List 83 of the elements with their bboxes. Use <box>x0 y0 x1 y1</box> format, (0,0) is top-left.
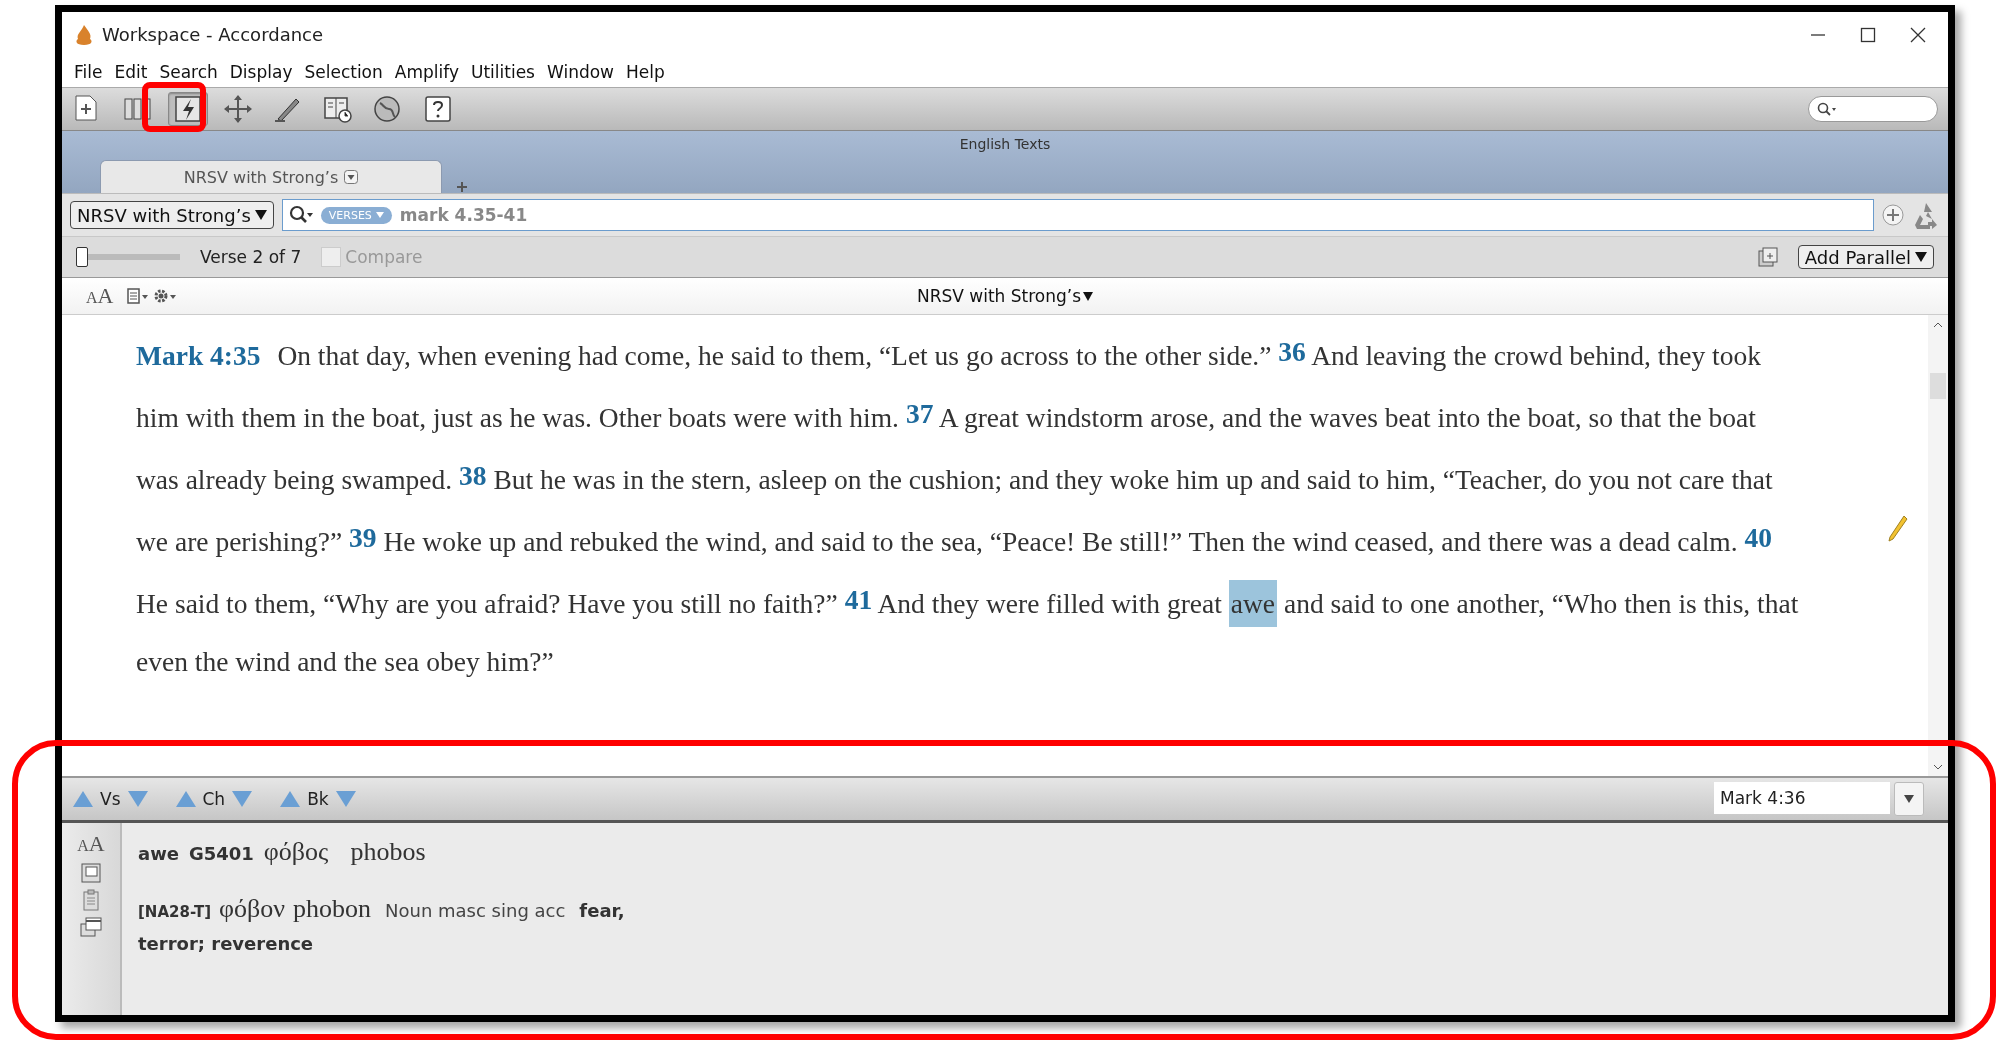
verse-text: even the wind and the sea obey him?” <box>136 646 554 677</box>
search-query: mark 4.35-41 <box>399 205 528 225</box>
gear-icon[interactable] <box>153 288 178 304</box>
highlighted-word[interactable]: awe <box>1228 580 1278 627</box>
slider-thumb[interactable] <box>76 247 88 267</box>
verse-text: And leaving the crowd behind, they took <box>1311 340 1761 371</box>
greek-form: φόβον <box>219 893 285 925</box>
verse-text: He said to them, “Why are you afraid? Have you still no faith?” <box>136 588 838 619</box>
verse-text: and said to one another, “Who then is this, that <box>1283 588 1799 619</box>
search-field[interactable]: VERSES mark 4.35-41 <box>281 199 1874 231</box>
transliteration: phobos <box>350 837 426 867</box>
window-title: Workspace - Accordance <box>102 24 325 45</box>
menu-item[interactable]: Display <box>223 62 299 82</box>
menu-item[interactable]: Selection <box>298 62 389 82</box>
caret-icon <box>1083 291 1094 301</box>
verse-number[interactable]: 39 <box>349 522 377 553</box>
clipboard-icon[interactable] <box>82 889 100 911</box>
verse-text: him with them in the boat, just as he was. Other boats were with him. <box>136 402 899 433</box>
font-size-button[interactable]: AA <box>86 283 114 309</box>
caret-icon <box>1915 252 1927 262</box>
reference-field[interactable]: Mark 4:36 <box>1714 782 1890 814</box>
verse-text: was already being swamped. <box>136 464 453 495</box>
navigator-label: Vs <box>100 789 121 809</box>
window-icon[interactable] <box>81 863 101 883</box>
recycle-icon[interactable] <box>1912 201 1940 229</box>
entry-word: awe <box>138 843 179 864</box>
font-size-button[interactable]: AA <box>77 831 105 857</box>
verse-number[interactable]: 40 <box>1744 522 1772 553</box>
compare-label: Compare <box>345 247 423 267</box>
pane-title[interactable]: NRSV with Strong’s <box>916 286 1094 306</box>
search-icon[interactable] <box>288 205 313 225</box>
verse-text: On that day, when evening had come, he said to them, “Let us go across to the other side.” <box>277 340 1272 371</box>
parsing: Noun masc sing acc <box>385 899 566 923</box>
search-icon <box>1817 102 1837 116</box>
verse-number[interactable]: 41 <box>844 584 873 615</box>
quick-search-field[interactable] <box>1808 96 1938 122</box>
verse-number[interactable]: 36 <box>1278 336 1306 367</box>
dropdown-button[interactable] <box>1894 782 1924 816</box>
windows-icon[interactable] <box>80 917 102 937</box>
maximize-icon[interactable] <box>1860 26 1876 43</box>
add-icon[interactable] <box>1882 204 1904 226</box>
gloss: fear, <box>579 899 625 923</box>
verse-text: A great windstorm arose, and the waves beat into the boat, so that the boat <box>938 402 1756 433</box>
source-label: [NA28-T] <box>138 902 211 923</box>
highlight-frame <box>142 82 206 132</box>
close-icon[interactable] <box>1910 26 1926 43</box>
tab-label: NRSV with Strong’s <box>183 167 339 187</box>
verse-number[interactable]: 38 <box>459 460 487 491</box>
dropdown-icon[interactable] <box>344 170 359 184</box>
caret-icon <box>1904 795 1914 803</box>
parallel-window-icon[interactable] <box>1757 247 1778 267</box>
verse-text: And they were filled with great <box>877 588 1222 619</box>
menu-item[interactable]: Window <box>540 62 620 82</box>
passage-reference[interactable]: Mark 4:35 <box>136 340 261 371</box>
strongs-number[interactable]: G5401 <box>189 843 254 864</box>
navigator-label: Ch <box>202 789 226 809</box>
navigator-label: Bk <box>307 789 329 809</box>
add-tab-icon[interactable] <box>456 181 468 193</box>
gloss: terror; reverence <box>138 932 314 956</box>
scrollbar-drawing[interactable] <box>1928 315 1948 777</box>
menu-item[interactable]: Edit <box>108 62 154 82</box>
transliteration: phobon <box>293 893 371 925</box>
greek-lemma: φόβος <box>263 837 329 867</box>
menu-item[interactable]: File <box>68 62 109 82</box>
menu-item[interactable]: Utilities <box>465 62 541 82</box>
verse-text: But he was in the stern, asleep on the cushion; and they woke him up and said to him, “Teacher, do you not care that <box>493 464 1773 495</box>
flame-icon <box>74 23 94 46</box>
compare-checkbox[interactable] <box>321 247 342 267</box>
menu-item[interactable]: Help <box>620 62 671 82</box>
module-selector[interactable]: NRSV with Strong’s <box>70 201 274 229</box>
verse-position: Verse 2 of 7 <box>200 247 302 267</box>
verse-text: we are perishing?” <box>136 526 343 557</box>
verse-text: He woke up and rebuked the wind, and said to the sea, “Peace! Be still!” Then the wind ceased, and there was a dead calm. <box>383 526 1738 557</box>
pencil-icon[interactable] <box>1888 515 1908 543</box>
add-parallel-button[interactable]: Add Parallel <box>1797 245 1934 269</box>
zone-title: English Texts <box>958 135 1052 154</box>
caret-icon <box>375 212 384 218</box>
tab[interactable]: NRSV with Strong’s <box>100 160 442 193</box>
caret-icon <box>254 210 267 220</box>
display-options-icon[interactable] <box>127 288 150 304</box>
verse-number[interactable]: 37 <box>905 398 934 429</box>
menu-item[interactable]: Search <box>153 62 224 82</box>
menu-item[interactable]: Amplify <box>388 62 465 82</box>
